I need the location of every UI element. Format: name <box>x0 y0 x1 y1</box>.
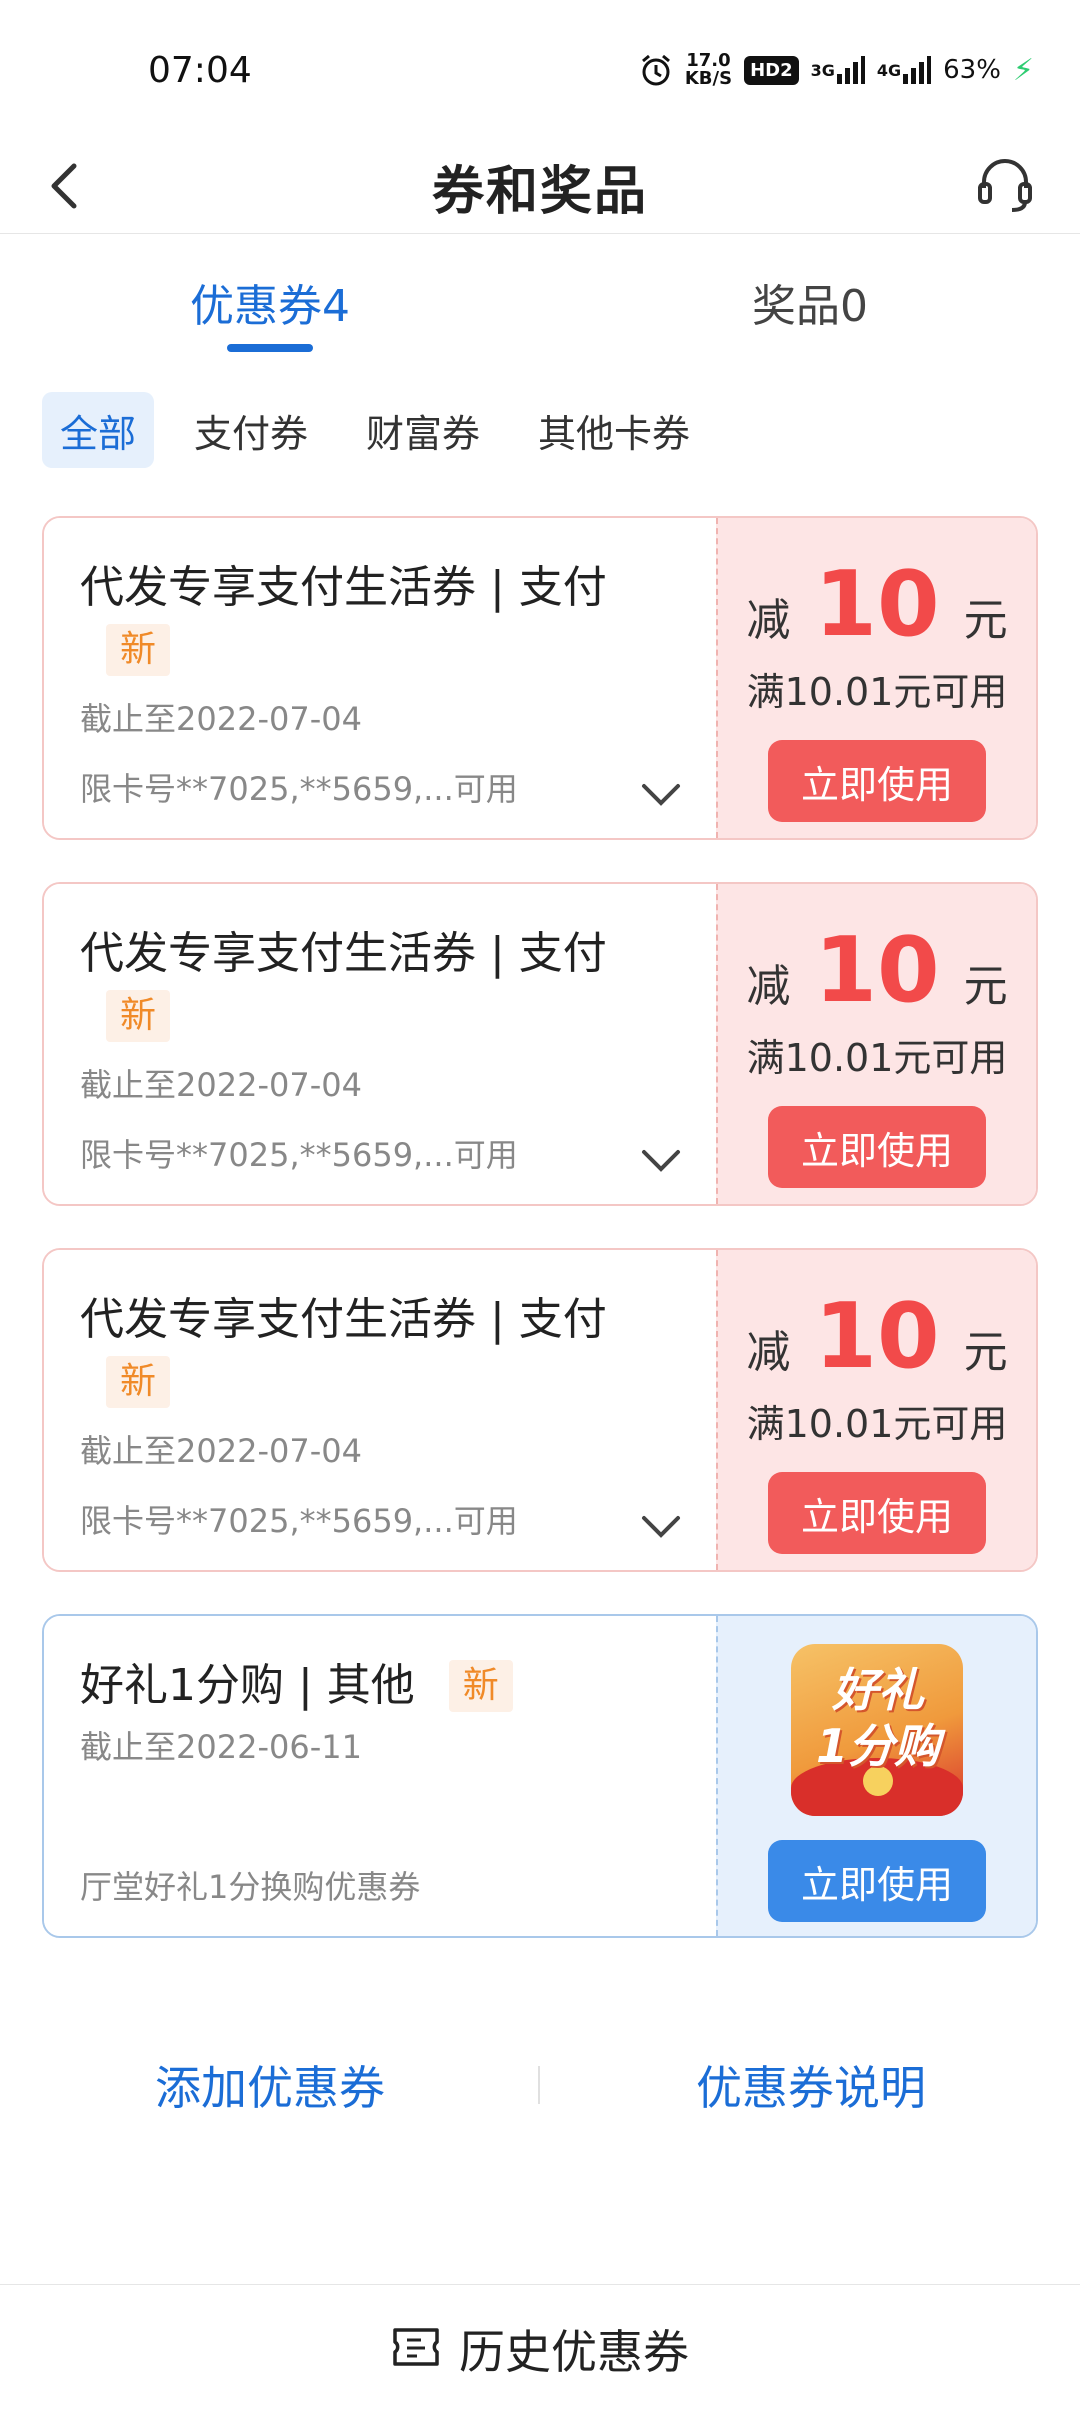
filter-other-cards[interactable]: 其他卡券 <box>520 392 708 468</box>
amount-prefix: 减 <box>746 961 791 1012</box>
amount-value: 10 <box>814 918 940 1023</box>
nav-bar: 券和奖品 <box>0 140 1080 234</box>
signal-4g-icon: 4G <box>876 54 932 86</box>
active-tab-indicator <box>227 344 313 352</box>
coupon-info: 代发专享支付生活券 | 支付 新 截止至2022-07-04 限卡号**7025… <box>44 884 716 1204</box>
use-now-button[interactable]: 立即使用 <box>768 740 986 822</box>
coupon-condition: 满10.01元可用 <box>746 670 1008 714</box>
chevron-down-icon[interactable] <box>640 780 682 810</box>
alarm-icon <box>639 53 673 87</box>
coupon-value-panel: 好礼 1分购 立即使用 <box>716 1616 1036 1936</box>
tab-prizes[interactable]: 奖品0 <box>690 252 930 352</box>
coupon-card[interactable]: 代发专享支付生活券 | 支付 新 截止至2022-07-04 限卡号**7025… <box>42 882 1038 1206</box>
chevron-down-icon[interactable] <box>640 1512 682 1542</box>
coupon-expire: 截止至2022-07-04 <box>80 1066 362 1104</box>
coupon-condition: 满10.01元可用 <box>746 1036 1008 1080</box>
coupon-title: 代发专享支付生活券 | 支付 <box>80 928 607 979</box>
new-badge: 新 <box>106 990 171 1042</box>
filter-all[interactable]: 全部 <box>42 392 155 468</box>
coupon-info: 好礼1分购 | 其他 新 截止至2022-06-11 厅堂好礼1分换购优惠券 <box>44 1616 716 1936</box>
gift-logo-line1: 好礼 <box>832 1663 924 1717</box>
filter-chips: 全部 支付券 财富券 其他卡券 <box>42 392 708 468</box>
gift-logo-text: 好礼 1分购 <box>803 1662 953 1774</box>
coupon-amount: 减 10 元 <box>746 552 1007 657</box>
coupon-explanation-link[interactable]: 优惠券说明 <box>696 2040 926 2130</box>
amount-value: 10 <box>814 552 940 657</box>
coupon-card[interactable]: 代发专享支付生活券 | 支付 新 截止至2022-07-04 限卡号**7025… <box>42 1248 1038 1572</box>
signal-3g-icon: 3G <box>811 54 865 86</box>
gift-logo-image: 好礼 1分购 <box>791 1644 963 1816</box>
battery-level: 63% <box>943 55 1001 85</box>
coupon-card-limit: 限卡号**7025,**5659,...可用 <box>80 1502 518 1540</box>
amount-prefix: 减 <box>746 595 791 646</box>
tab-bar: 优惠券4 奖品0 <box>0 252 1080 362</box>
net1-label: 3G <box>810 60 835 80</box>
amount-unit: 元 <box>963 1327 1008 1378</box>
customer-service-icon[interactable] <box>974 154 1036 216</box>
filter-payment[interactable]: 支付券 <box>176 392 326 468</box>
amount-unit: 元 <box>963 961 1008 1012</box>
amount-prefix: 减 <box>746 1327 791 1378</box>
footer-divider <box>538 2066 540 2104</box>
speed-unit: KB/S <box>684 68 733 89</box>
history-coupons-label: 历史优惠券 <box>459 2324 689 2379</box>
footer-links: 添加优惠券 优惠券说明 <box>0 2040 1080 2130</box>
coupon-value-panel: 减 10 元 满10.01元可用 立即使用 <box>716 518 1036 838</box>
amount-unit: 元 <box>963 595 1008 646</box>
coupon-condition: 满10.01元可用 <box>746 1402 1008 1446</box>
tab-coupons[interactable]: 优惠券4 <box>150 252 390 352</box>
filter-wealth[interactable]: 财富券 <box>348 392 498 468</box>
gift-logo-line2: 1分购 <box>815 1719 940 1773</box>
coupon-card[interactable]: 代发专享支付生活券 | 支付 新 截止至2022-07-04 限卡号**7025… <box>42 516 1038 840</box>
ticket-icon <box>391 2326 441 2372</box>
new-badge: 新 <box>106 624 171 676</box>
coupon-title: 好礼1分购 | 其他 <box>80 1660 415 1711</box>
coupon-description: 厅堂好礼1分换购优惠券 <box>80 1868 421 1906</box>
history-coupons-button[interactable]: 历史优惠券 <box>0 2284 1080 2412</box>
hd-badge: HD2 <box>744 55 799 85</box>
coupon-card-limit: 限卡号**7025,**5659,...可用 <box>80 770 518 808</box>
use-now-button[interactable]: 立即使用 <box>768 1106 986 1188</box>
status-icons: 17.0 KB/S HD2 3G 4G 63% ⚡ <box>639 52 1034 88</box>
charging-icon: ⚡ <box>1012 52 1034 88</box>
coupon-value-panel: 减 10 元 满10.01元可用 立即使用 <box>716 884 1036 1204</box>
coupon-title: 代发专享支付生活券 | 支付 <box>80 562 607 613</box>
use-now-button[interactable]: 立即使用 <box>768 1840 986 1922</box>
gift-coupon-card[interactable]: 好礼1分购 | 其他 新 截止至2022-06-11 厅堂好礼1分换购优惠券 好… <box>42 1614 1038 1938</box>
back-icon[interactable] <box>36 156 96 216</box>
coupon-expire: 截止至2022-06-11 <box>80 1728 362 1766</box>
add-coupon-link[interactable]: 添加优惠券 <box>155 2040 385 2130</box>
coupon-amount: 减 10 元 <box>746 918 1007 1023</box>
network-speed: 17.0 KB/S <box>685 52 732 88</box>
new-badge: 新 <box>106 1356 171 1408</box>
coupon-title: 代发专享支付生活券 | 支付 <box>80 1294 607 1345</box>
page-title: 券和奖品 <box>431 162 648 222</box>
status-bar: 07:04 17.0 KB/S HD2 3G 4G 63% ⚡ <box>0 0 1080 140</box>
coupon-expire: 截止至2022-07-04 <box>80 1432 362 1470</box>
status-time: 07:04 <box>148 49 252 91</box>
coupon-amount: 减 10 元 <box>746 1284 1007 1389</box>
coupon-info: 代发专享支付生活券 | 支付 新 截止至2022-07-04 限卡号**7025… <box>44 518 716 838</box>
chevron-down-icon[interactable] <box>640 1146 682 1176</box>
coupon-info: 代发专享支付生活券 | 支付 新 截止至2022-07-04 限卡号**7025… <box>44 1250 716 1570</box>
coupon-value-panel: 减 10 元 满10.01元可用 立即使用 <box>716 1250 1036 1570</box>
new-badge: 新 <box>448 1660 513 1712</box>
coupon-expire: 截止至2022-07-04 <box>80 700 362 738</box>
amount-value: 10 <box>814 1284 940 1389</box>
use-now-button[interactable]: 立即使用 <box>768 1472 986 1554</box>
net2-label: 4G <box>876 60 902 80</box>
coupon-card-limit: 限卡号**7025,**5659,...可用 <box>80 1136 518 1174</box>
